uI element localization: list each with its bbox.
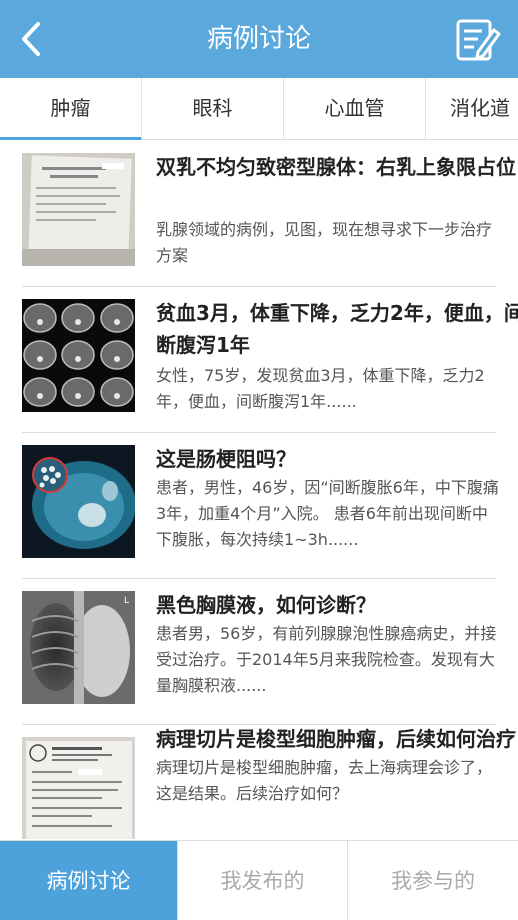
case-title: 黑色胸膜液，如何诊断？	[156, 593, 376, 617]
list-item[interactable]: 双乳不均匀致密型腺体：右乳上象限占位 乳腺领域的病例，见图，现在想寻求下一步治疗…	[22, 141, 516, 287]
case-title: 这是肠梗阻吗？	[156, 447, 296, 471]
category-tabs: 肿瘤 眼科 心血管 消化道	[0, 78, 518, 140]
page-title: 病例讨论	[206, 24, 311, 54]
case-thumbnail	[22, 445, 135, 558]
svg-text:L: L	[124, 596, 129, 606]
app-header: 病例讨论	[0, 0, 518, 78]
list-item[interactable]: 病理切片是梭型细胞肿瘤，后续如何治疗 病理切片是梭型细胞肿瘤，去上海病理会诊了，…	[22, 725, 516, 839]
list-item[interactable]: 这是肠梗阻吗？ 患者，男性，46岁，因“间断腹胀6年，中下腹痛3年，加重4个月”…	[22, 433, 499, 579]
case-list: 双乳不均匀致密型腺体：右乳上象限占位 乳腺领域的病例，见图，现在想寻求下一步治疗…	[0, 141, 518, 839]
case-thumbnail	[22, 299, 135, 412]
nav-my-participation[interactable]: 我参与的	[348, 841, 518, 920]
tab-digestive[interactable]: 消化道	[426, 78, 518, 139]
edit-note-icon	[456, 19, 501, 61]
compose-button[interactable]	[454, 16, 502, 64]
list-item[interactable]: 贫血3月，体重下降，乏力2年，便血，间断腹泻1年 女性，75岁，发现贫血3月，体…	[22, 287, 518, 433]
case-title: 双乳不均匀致密型腺体：右乳上象限占位	[156, 155, 516, 179]
case-description: 女性，75岁，发现贫血3月，体重下降，乏力2年，便血，间断腹泻1年......	[156, 366, 485, 411]
tab-oncology[interactable]: 肿瘤	[0, 78, 142, 140]
case-description: 患者男，56岁，有前列腺腺泡性腺癌病史，并接受过治疗。于2014年5月来我院检查…	[156, 624, 497, 695]
nav-case-discussion[interactable]: 病例讨论	[0, 841, 178, 920]
case-thumbnail	[22, 153, 135, 266]
tab-ophthalmology[interactable]: 眼科	[142, 78, 284, 139]
app-root: 病例讨论 肿瘤 眼科 心血管 消化道 双乳不均匀致密型腺体：右乳上象限占位 乳腺…	[0, 0, 518, 920]
list-item[interactable]: L 黑色胸膜液，如何诊断？ 患者男，56岁，有前列腺腺泡性腺癌病史，并接受过治疗…	[22, 579, 496, 725]
case-description: 病理切片是梭型细胞肿瘤，去上海病理会诊了，这是结果。后续治疗如何？	[156, 758, 493, 803]
case-description: 乳腺领域的病例，见图，现在想寻求下一步治疗方案	[156, 220, 493, 265]
case-description: 患者，男性，46岁，因“间断腹胀6年，中下腹痛3年，加重4个月”入院。 患者6年…	[156, 478, 499, 549]
tab-cardiovascular[interactable]: 心血管	[284, 78, 426, 139]
case-thumbnail	[22, 737, 135, 839]
bottom-nav: 病例讨论 我发布的 我参与的	[0, 840, 518, 920]
case-title: 贫血3月，体重下降，乏力2年，便血，间断腹泻1年	[156, 301, 518, 357]
case-title: 病理切片是梭型细胞肿瘤，后续如何治疗	[156, 727, 516, 751]
nav-my-posts[interactable]: 我发布的	[178, 841, 348, 920]
case-thumbnail: L	[22, 591, 135, 704]
